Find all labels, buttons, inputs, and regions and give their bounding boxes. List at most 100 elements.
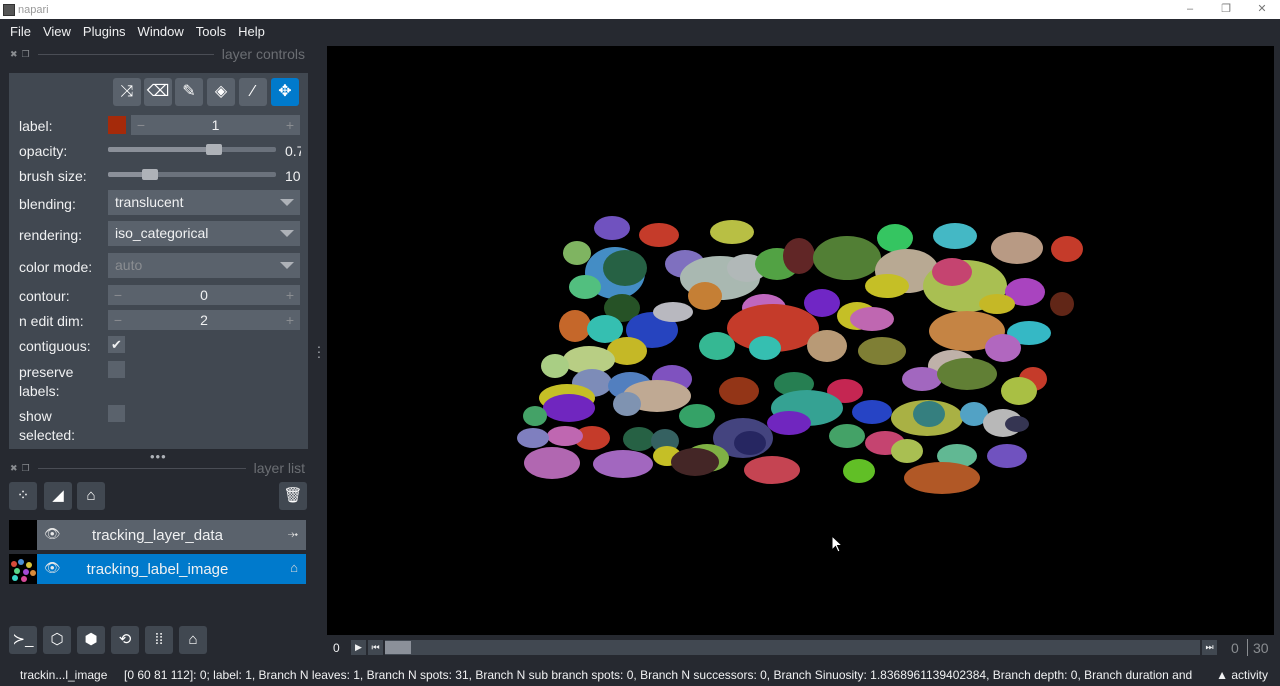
contiguous-checkbox[interactable]: ✔ — [108, 336, 125, 353]
transpose-dims-button[interactable]: ⟲ — [111, 626, 139, 654]
labels-icon: ⌂ — [86, 487, 96, 504]
tracks-icon: ⤞ — [287, 526, 298, 541]
box-icon: ⬢ — [84, 631, 98, 648]
opacity-label: opacity: — [19, 143, 68, 159]
brush-size-label: brush size: — [19, 168, 87, 184]
contiguous-label: contiguous: — [19, 338, 91, 354]
contour-label: contour: — [19, 288, 70, 304]
status-info: [0 60 81 112]: 0; label: 1, Branch N lea… — [124, 668, 1196, 682]
show-selected-checkbox[interactable] — [108, 405, 125, 422]
brush-size-value: 10 — [285, 168, 301, 184]
dims-slider-handle[interactable] — [385, 641, 411, 654]
play-icon: ▶ — [355, 642, 362, 652]
new-points-layer-button[interactable]: ⁘ — [9, 482, 37, 510]
dims-slider-bar: 0 ▶ ⏮ ⏭ 0 30 — [327, 637, 1274, 659]
home-icon: ⌂ — [188, 631, 198, 648]
play-button[interactable]: ▶ — [351, 640, 366, 655]
erase-button[interactable]: ⌫ — [144, 78, 172, 106]
grid-view-button[interactable]: ⁞⁞ — [145, 626, 173, 654]
increment-icon[interactable]: + — [280, 285, 300, 305]
pan-zoom-button[interactable]: ✥ — [271, 78, 299, 106]
status-layer-name: trackin...l_image — [20, 668, 108, 682]
new-shapes-layer-button[interactable]: ◢ — [44, 482, 72, 510]
chevron-down-icon — [280, 199, 294, 206]
layer-controls-header: ✖ ❐ layer controls — [10, 46, 305, 62]
menu-help[interactable]: Help — [232, 24, 271, 39]
menu-file[interactable]: File — [4, 24, 37, 39]
opacity-slider[interactable] — [108, 144, 276, 155]
increment-icon[interactable]: + — [280, 115, 300, 135]
shuffle-colors-button[interactable]: ⤨ — [113, 78, 141, 106]
label-color-swatch — [108, 116, 126, 134]
dims-current-value[interactable]: 0 — [1231, 640, 1239, 656]
blending-combobox[interactable]: translucent — [108, 190, 300, 215]
labels-icon: ⌂ — [290, 560, 298, 575]
n-edit-dim-label: n edit dim: — [19, 313, 84, 329]
color-mode-combobox[interactable]: auto — [108, 253, 300, 278]
toggle-ndisplay-button[interactable]: ⬡ — [43, 626, 71, 654]
n-edit-dim-spinbox[interactable]: − 2 + — [108, 310, 300, 330]
dims-slider-track[interactable] — [385, 640, 1200, 655]
napari-app-icon — [3, 3, 15, 16]
activity-button[interactable]: ▲ activity — [1216, 668, 1268, 682]
close-dock-icon[interactable]: ✖ — [10, 463, 18, 474]
layer-item-tracking-layer-data[interactable]: 👁 tracking_layer_data ⤞ — [9, 520, 306, 550]
step-back-button[interactable]: ⏮ — [368, 640, 383, 655]
layer-item-tracking-label-image[interactable]: 👁 tracking_label_image ⌂ — [9, 554, 306, 584]
maximize-button[interactable]: ❐ — [1208, 0, 1244, 19]
paint-button[interactable]: ✎ — [175, 78, 203, 106]
shuffle-icon: ⤨ — [120, 83, 134, 100]
minimize-button[interactable]: – — [1172, 0, 1208, 19]
viewer-canvas[interactable] — [327, 46, 1274, 635]
new-labels-layer-button[interactable]: ⌂ — [77, 482, 105, 510]
window-title: napari — [18, 3, 49, 16]
paint-icon: ✎ — [182, 83, 196, 100]
grid-icon: ⁞⁞ — [154, 631, 164, 648]
cube-icon: ⬡ — [50, 631, 64, 648]
preserve-labels-checkbox[interactable] — [108, 361, 125, 378]
label-spinbox[interactable]: − 1 + — [131, 115, 300, 135]
layer-name: tracking_label_image — [86, 561, 229, 578]
picker-button[interactable]: ⁄ — [239, 78, 267, 106]
increment-icon[interactable]: + — [280, 310, 300, 330]
close-dock-icon[interactable]: ✖ — [10, 49, 18, 60]
dims-total-value: 30 — [1253, 640, 1269, 656]
chevron-down-icon — [280, 230, 294, 237]
close-button[interactable]: ✕ — [1244, 0, 1280, 19]
trash-icon: 🗑 — [283, 487, 303, 504]
brush-size-slider[interactable] — [108, 169, 276, 180]
dims-axis-label: 0 — [333, 641, 340, 655]
fill-button[interactable]: ◈ — [207, 78, 235, 106]
label-row-label: label: — [19, 118, 53, 134]
opacity-value: 0.70 — [285, 143, 301, 159]
erase-icon: ⌫ — [146, 83, 170, 100]
step-back-icon: ⏮ — [371, 642, 380, 652]
reset-view-button[interactable]: ⌂ — [179, 626, 207, 654]
preserve-labels-label: preserve labels: — [19, 364, 74, 399]
menu-plugins[interactable]: Plugins — [77, 24, 132, 39]
console-button[interactable]: ≻_ — [9, 626, 37, 654]
status-bar: trackin...l_image [0 60 81 112]: 0; labe… — [0, 664, 1280, 686]
layer-name: tracking_layer_data — [92, 527, 223, 544]
roll-dims-button[interactable]: ⬢ — [77, 626, 105, 654]
panel-splitter-handle[interactable]: · · · — [316, 339, 322, 363]
delete-layer-button[interactable]: 🗑 — [279, 482, 307, 510]
contour-spinbox[interactable]: − 0 + — [108, 285, 300, 305]
layer-list-title: layer list — [253, 460, 305, 476]
menu-view[interactable]: View — [37, 24, 77, 39]
blending-label: blending: — [19, 196, 76, 212]
points-icon: ⁘ — [16, 487, 30, 504]
labels-render — [517, 216, 1083, 494]
rendering-combobox[interactable]: iso_categorical — [108, 221, 300, 246]
menu-window[interactable]: Window — [132, 24, 190, 39]
opacity-slider-handle[interactable] — [206, 144, 222, 155]
step-forward-button[interactable]: ⏭ — [1202, 640, 1217, 655]
brush-size-slider-handle[interactable] — [142, 169, 158, 180]
menu-tools[interactable]: Tools — [190, 24, 232, 39]
float-dock-icon[interactable]: ❐ — [22, 49, 30, 60]
rotate-icon: ⟲ — [118, 631, 132, 648]
step-forward-icon: ⏭ — [1205, 642, 1214, 652]
mouse-pointer-icon — [831, 535, 844, 553]
float-dock-icon[interactable]: ❐ — [22, 463, 30, 474]
show-selected-label: show selected: — [19, 408, 76, 443]
